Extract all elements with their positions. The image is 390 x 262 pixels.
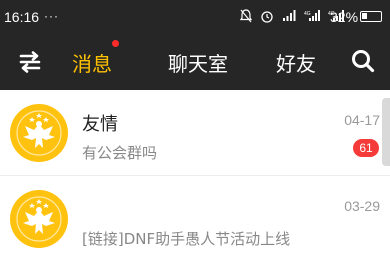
tab-notification-dot <box>112 40 119 47</box>
conversation-date: 03-29 <box>344 198 380 214</box>
top-nav: 消息 聊天室 好友 <box>0 34 390 90</box>
search-icon[interactable] <box>350 48 376 74</box>
battery-icon <box>360 11 382 22</box>
status-time: 16:16 <box>4 9 40 25</box>
menu-transfer-icon[interactable] <box>18 50 42 74</box>
mute-bell-icon <box>240 9 252 23</box>
status-bar: 16:16 ··· 4G 4G 32% <box>0 0 390 34</box>
conversation-row[interactable]: 友情 有公会群吗 04-17 61 <box>0 90 390 176</box>
4g-signal-icon: 4G <box>304 10 320 21</box>
status-more-dots: ··· <box>44 9 59 23</box>
conversation-date: 04-17 <box>344 112 380 128</box>
status-icons: 4G 4G <box>240 9 344 23</box>
conversation-preview: 有公会群吗 <box>82 144 158 162</box>
tab-chatroom[interactable]: 聊天室 <box>168 48 228 77</box>
scroll-handle[interactable] <box>382 98 390 166</box>
conversation-title: 友情 <box>82 114 118 135</box>
signal-icon <box>283 10 296 21</box>
conversation-preview: [链接]DNF助手愚人节活动上线 <box>82 230 291 248</box>
unread-badge: 61 <box>353 139 379 157</box>
battery-level <box>362 13 367 19</box>
eagle-emblem-icon <box>10 104 68 162</box>
alarm-icon <box>261 11 273 23</box>
svg-text:4G: 4G <box>304 11 311 17</box>
eagle-emblem-icon <box>10 190 68 248</box>
conversation-list: 友情 有公会群吗 04-17 61 [链接]DNF助手愚人节活动上线 03-29 <box>0 90 390 260</box>
tab-messages[interactable]: 消息 <box>72 48 112 77</box>
conversation-row[interactable]: [链接]DNF助手愚人节活动上线 03-29 <box>0 176 390 262</box>
battery-percent: 32% <box>330 9 359 25</box>
tab-friends[interactable]: 好友 <box>276 48 316 77</box>
